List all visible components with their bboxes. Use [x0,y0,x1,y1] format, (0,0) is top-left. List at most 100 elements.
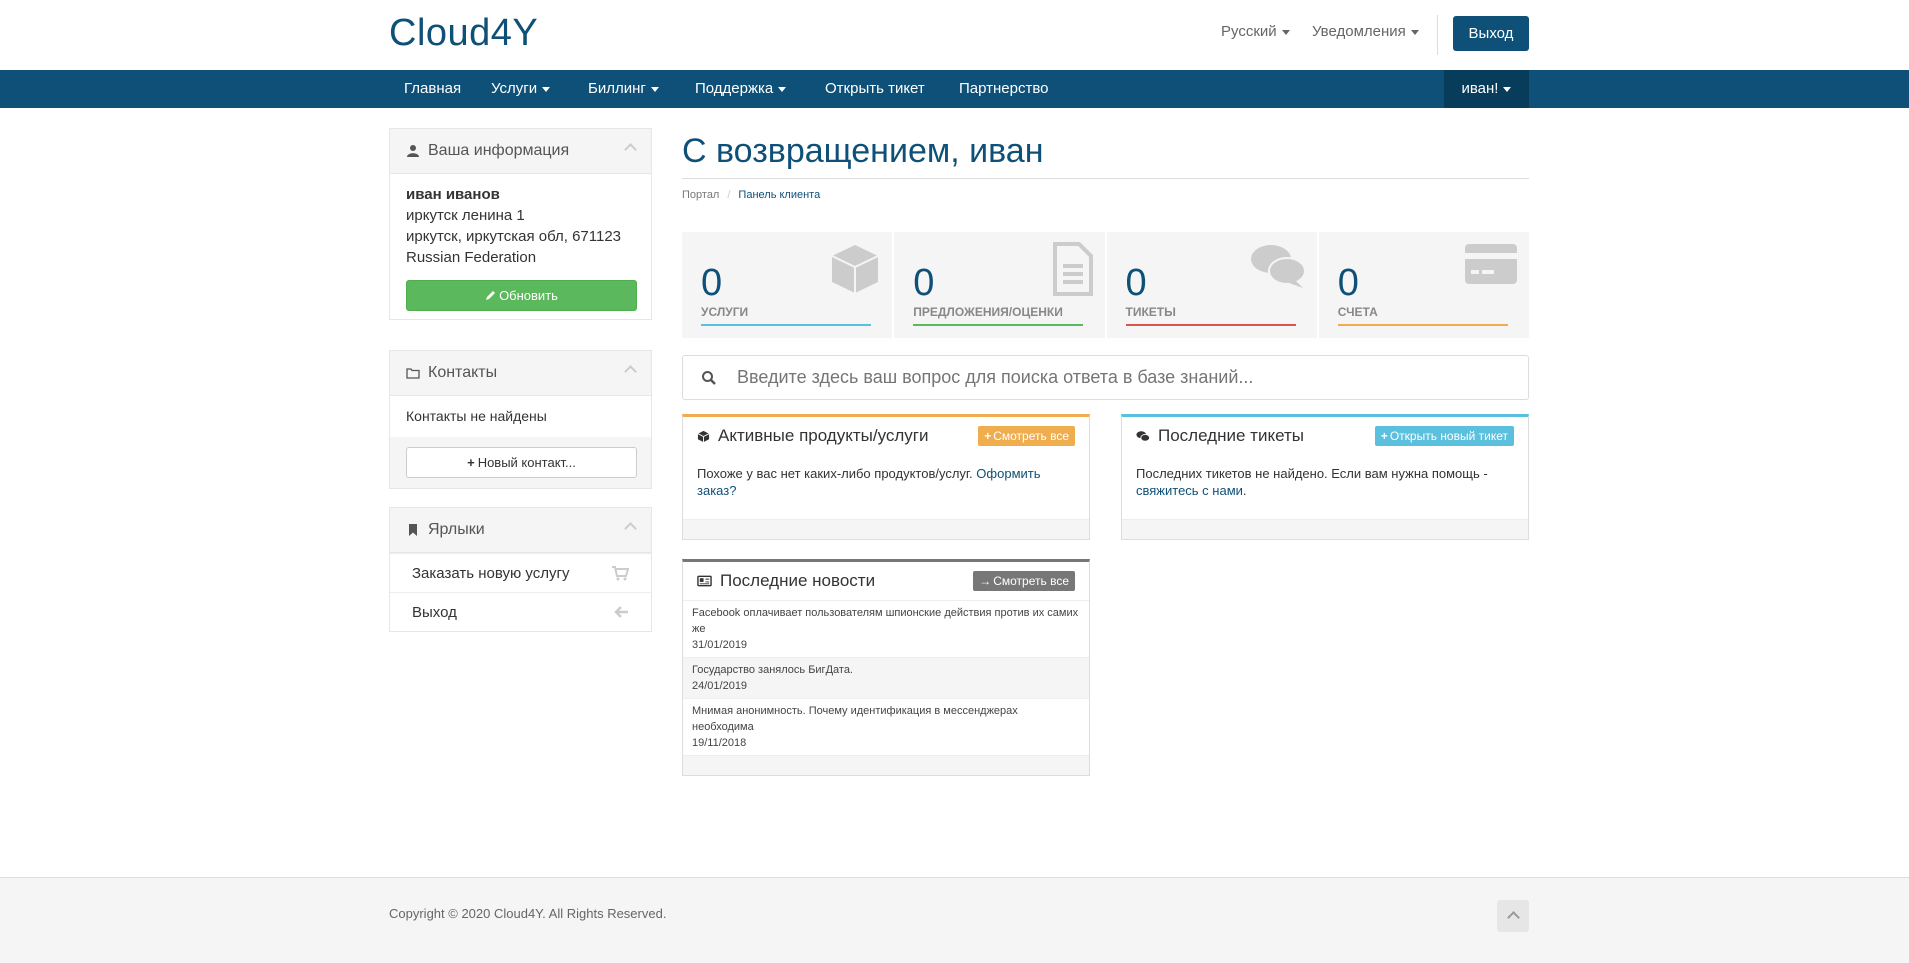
comments-icon [1250,245,1306,288]
contacts-panel-footer: + Новый контакт... [390,437,651,488]
back-to-top-button[interactable] [1497,900,1529,932]
nav-label: Биллинг [588,80,646,97]
contacts-panel-header[interactable]: Контакты [390,351,651,396]
client-address1: иркутск ленина 1 [406,207,525,224]
latest-news-header: Последние новости → Смотреть все [683,562,1089,600]
button-label: Смотреть все [993,574,1069,588]
news-item[interactable]: Facebook оплачивает пользователям шпионс… [683,600,1089,657]
active-products-title: Активные продукты/услуги [718,426,929,445]
contact-us-link[interactable]: свяжитесь с нами [1136,483,1243,498]
logout-button[interactable]: Выход [1453,16,1529,51]
nav-home[interactable]: Главная [404,70,461,108]
user-menu[interactable]: иван! [1444,70,1529,108]
news-item[interactable]: Государство занялось БигДата. 24/01/2019 [683,657,1089,698]
order-link-tail: ? [729,483,737,498]
chevron-up-icon[interactable] [624,522,637,535]
plus-icon: + [984,429,992,443]
no-tickets-text: Последних тикетов не найдено. Если вам н… [1136,466,1488,481]
nav-label: Партнерство [959,80,1049,97]
nav-support[interactable]: Поддержка [695,70,787,108]
client-name: иван иванов [406,186,500,203]
nav-billing[interactable]: Биллинг [588,70,659,108]
nav-open-ticket[interactable]: Открыть тикет [825,70,925,108]
recent-tickets-panel: Последние тикеты + Открыть новый тикет По… [1121,414,1529,540]
breadcrumb-portal[interactable]: Портал [682,189,719,201]
active-products-body: Похоже у вас нет каких-либо продуктов/ус… [683,455,1089,519]
breadcrumb: Портал / Панель клиента [682,189,820,201]
kb-search-box [682,355,1529,400]
language-label: Русский [1221,23,1277,40]
info-panel-header[interactable]: Ваша информация [390,129,651,174]
tile-underline [1337,324,1508,326]
shortcut-order-service[interactable]: Заказать новую услугу [390,553,651,592]
view-all-products-button[interactable]: + Смотреть все [978,426,1075,446]
client-country: Russian Federation [406,249,537,266]
tile-underline [913,324,1084,326]
chevron-down-icon [1410,29,1419,35]
breadcrumb-client-area[interactable]: Панель клиента [738,189,820,201]
bookmark-icon [409,524,417,536]
new-contact-button[interactable]: + Новый контакт... [406,447,637,478]
nav-partnership[interactable]: Партнерство [959,70,1049,108]
language-selector[interactable]: Русский [1221,23,1290,40]
news-headline: Государство занялось БигДата. [692,664,853,676]
nav-label: Открыть тикет [825,80,925,97]
no-products-text: Похоже у вас нет каких-либо продуктов/ус… [697,466,977,481]
plus-icon: + [1380,429,1388,443]
tile-value: 0 [913,262,935,304]
user-icon [407,145,419,157]
tile-value: 0 [1337,262,1359,304]
header-divider [1437,15,1438,55]
chevron-up-icon[interactable] [624,365,637,378]
nav-services[interactable]: Услуги [491,70,551,108]
no-contacts-text: Контакты не найдены [406,408,547,424]
info-panel: Ваша информация иван иванов иркутск лени… [389,128,652,320]
notifications-menu[interactable]: Уведомления [1312,23,1419,40]
chevron-up-icon[interactable] [624,143,637,156]
shortcut-logout[interactable]: Выход [390,592,651,631]
contacts-panel-title: Контакты [428,364,498,381]
pencil-icon [486,291,496,300]
user-name: иван! [1461,80,1499,97]
news-date: 19/11/2018 [692,737,747,749]
chevron-down-icon [542,86,551,92]
tile-tickets[interactable]: 0 ТИКЕТЫ [1107,232,1319,338]
button-label: Открыть новый тикет [1389,429,1508,443]
page-title: С возвращением, иван [682,132,1044,170]
cube-icon [697,430,710,442]
document-icon [1052,242,1093,296]
info-panel-title: Ваша информация [428,142,570,159]
open-new-ticket-button[interactable]: + Открыть новый тикет [1374,426,1514,446]
copyright-text: Copyright © 2020 Cloud4Y. All Rights Res… [389,906,667,921]
tile-underline [701,324,871,326]
chevron-down-icon [1281,29,1290,35]
news-item[interactable]: Мнимая анонимность. Почему идентификация… [683,698,1089,755]
chevron-down-icon [1503,86,1512,92]
comments-icon [1136,430,1150,442]
tile-label: СЧЕТА [1337,305,1378,319]
tile-label: ПРЕДЛОЖЕНИЯ/ОЦЕНКИ [913,305,1063,319]
shortcuts-panel-header[interactable]: Ярлыки [390,508,651,553]
active-products-header: Активные продукты/услуги + Смотреть все [683,417,1089,455]
recent-tickets-body: Последних тикетов не найдено. Если вам н… [1122,455,1528,519]
panel-footer [683,519,1089,539]
news-date: 31/01/2019 [692,639,748,651]
arrow-left-icon [614,606,628,618]
news-headline: Мнимая анонимность. Почему идентификация… [692,705,1018,733]
cart-icon [612,566,629,581]
nav-label: Услуги [491,80,538,97]
view-all-news-button[interactable]: → Смотреть все [973,571,1075,591]
tile-label: ТИКЕТЫ [1125,305,1176,319]
logo[interactable]: Cloud4Y [389,12,538,55]
kb-search-input[interactable] [737,367,1517,388]
tile-label: УСЛУГИ [701,305,749,319]
tile-invoices[interactable]: 0 СЧЕТА [1319,232,1529,338]
tile-services[interactable]: 0 УСЛУГИ [682,232,895,338]
tile-quotes[interactable]: 0 ПРЕДЛОЖЕНИЯ/ОЦЕНКИ [894,232,1107,338]
update-button-label: Обновить [499,288,558,303]
button-label: Смотреть все [993,429,1069,443]
news-headline: Facebook оплачивает пользователям шпионс… [692,607,1079,635]
update-button[interactable]: Обновить [406,280,637,311]
client-address2: иркутск, иркутская обл, 671123 [406,228,622,245]
info-panel-body: иван иванов иркутск ленина 1 иркутск, ир… [390,174,651,278]
